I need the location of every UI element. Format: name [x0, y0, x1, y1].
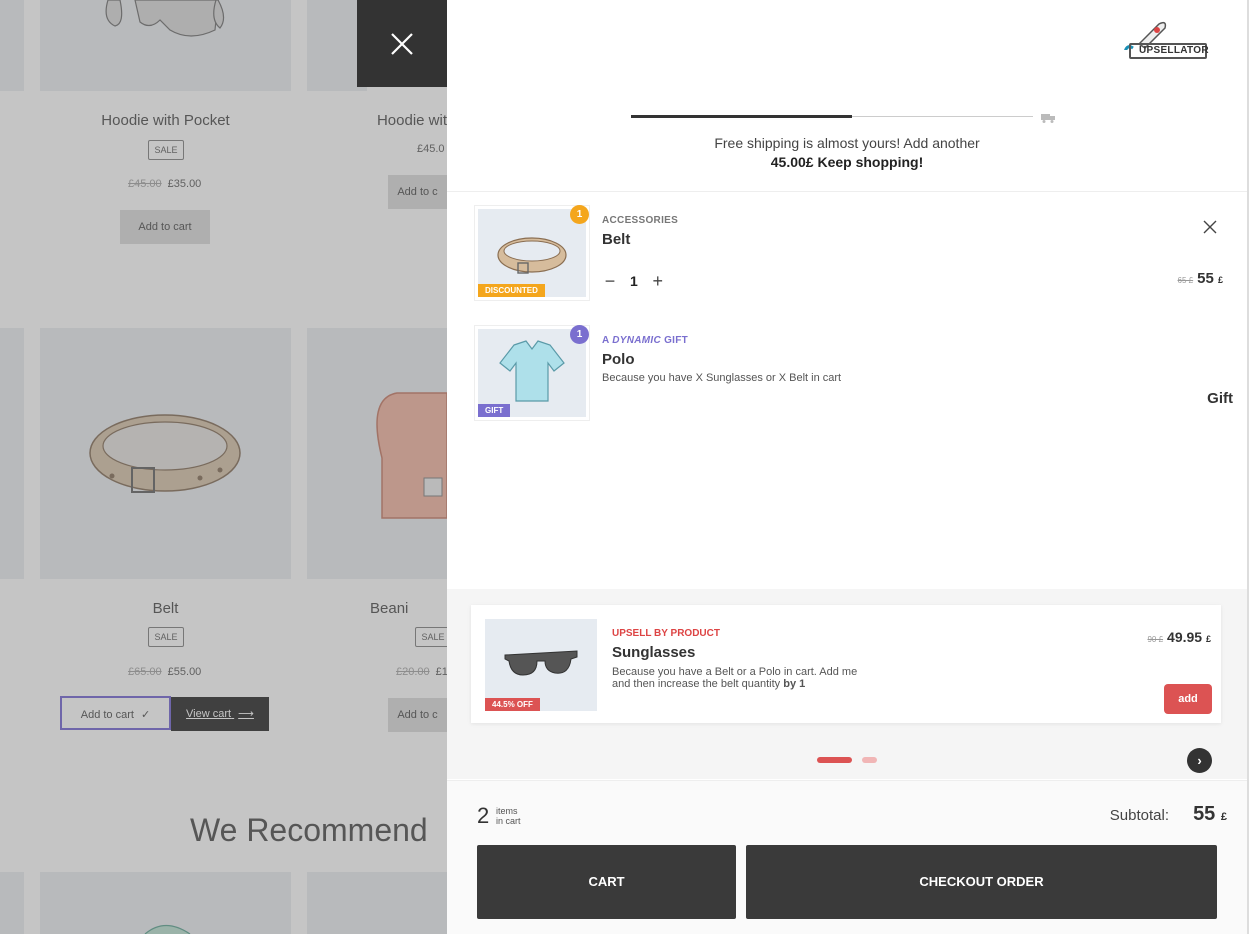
quantity-badge: 1	[570, 205, 589, 224]
currency-symbol: £	[1217, 275, 1223, 285]
discounted-ribbon: DISCOUNTED	[478, 284, 545, 297]
item-category: A DYNAMIC GIFT	[602, 335, 689, 346]
logo-text: UPSELLATOR	[1129, 43, 1209, 59]
divider	[447, 191, 1247, 192]
cart-button[interactable]: CART	[477, 845, 736, 919]
page-overlay[interactable]	[0, 0, 447, 934]
decrease-quantity-button[interactable]: −	[602, 272, 618, 290]
cart-item: DISCOUNTED 1 ACCESSORIES Belt − 1 + 65 £…	[471, 202, 1231, 304]
item-count-label: items in cart	[496, 806, 521, 826]
carousel-dot[interactable]	[862, 757, 877, 763]
checkout-button[interactable]: CHECKOUT ORDER	[746, 845, 1217, 919]
upsell-old-price: 90 £	[1147, 635, 1164, 644]
item-old-price: 65 £	[1177, 276, 1194, 285]
upsell-current-price: 49.95	[1167, 629, 1203, 645]
upsell-description: Because you have a Belt or a Polo in car…	[612, 666, 858, 690]
close-icon	[391, 32, 413, 55]
item-price: 65 £55 £	[1178, 270, 1223, 287]
carousel-dot-active[interactable]	[817, 757, 852, 763]
item-name[interactable]: Polo	[602, 351, 635, 368]
item-count: 2	[477, 803, 490, 828]
add-upsell-button[interactable]: add	[1164, 684, 1212, 714]
item-price: Gift	[1207, 390, 1233, 407]
remove-item-icon[interactable]	[1202, 219, 1218, 235]
item-name[interactable]: Belt	[602, 231, 630, 248]
item-description: Because you have X Sunglasses or X Belt …	[602, 372, 842, 384]
quantity-stepper: − 1 +	[602, 272, 666, 290]
upsell-label: UPSELL BY PRODUCT	[612, 628, 720, 639]
upsell-card: 44.5% OFF UPSELL BY PRODUCT Sunglasses B…	[471, 605, 1221, 723]
shipping-progress-fill	[631, 115, 852, 118]
cart-item: GIFT 1 A DYNAMIC GIFT Polo Because you h…	[471, 322, 1233, 424]
upsell-thumbnail[interactable]: 44.5% OFF	[485, 619, 597, 711]
item-current-price: 55	[1197, 270, 1214, 287]
discount-ribbon: 44.5% OFF	[485, 698, 540, 711]
truck-icon	[1041, 114, 1055, 123]
close-drawer-button[interactable]	[357, 0, 447, 87]
shipping-message-line: Free shipping is almost yours! Add anoth…	[714, 135, 980, 151]
increase-quantity-button[interactable]: +	[650, 272, 666, 290]
carousel-next-button[interactable]: ›	[1187, 748, 1212, 773]
upsellator-logo: UPSELLATOR	[1115, 18, 1209, 64]
cart-drawer: UPSELLATOR Free shipping is almost yours…	[447, 0, 1249, 934]
upsell-price: 90 £49.95 £	[1147, 629, 1211, 645]
shipping-message-amount: 45.00£ Keep shopping!	[770, 154, 924, 170]
subtotal-label: Subtotal:	[1109, 807, 1169, 824]
item-category: ACCESSORIES	[602, 215, 679, 226]
cart-footer: 2 items in cart Subtotal: 55 £ CART CHEC…	[447, 780, 1247, 934]
currency-symbol: £	[1205, 634, 1211, 644]
quantity-badge: 1	[570, 325, 589, 344]
free-shipping-message: Free shipping is almost yours! Add anoth…	[647, 134, 1047, 172]
upsell-product-name[interactable]: Sunglasses	[612, 644, 695, 661]
subtotal-value: 55 £	[1193, 803, 1227, 825]
quantity-value[interactable]: 1	[630, 273, 638, 289]
gift-ribbon: GIFT	[478, 404, 511, 417]
